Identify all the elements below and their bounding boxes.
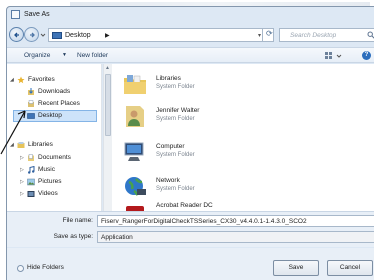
- expand-pictures-icon[interactable]: ▷: [20, 179, 24, 185]
- title-bar[interactable]: Save As: [7, 7, 374, 23]
- back-button[interactable]: [9, 27, 24, 42]
- list-item-network[interactable]: Network System Folder: [122, 172, 342, 202]
- save-as-dialog: Save As Desktop ▶ ▾ ⟳ Search Desktop Org…: [6, 6, 374, 280]
- hide-folders-chevron-icon: [17, 265, 24, 272]
- save-button[interactable]: Save: [273, 260, 319, 276]
- file-name-label: File name:: [62, 217, 93, 224]
- expand-videos-icon[interactable]: ▷: [20, 191, 24, 197]
- downloads-label: Downloads: [38, 88, 71, 95]
- item-name: Libraries: [156, 75, 181, 82]
- favorites-label: Favorites: [28, 76, 55, 83]
- change-view-icon[interactable]: [324, 51, 346, 61]
- address-dropdown-icon[interactable]: ▾: [258, 32, 261, 39]
- organize-chevron-icon[interactable]: ▼: [62, 52, 67, 58]
- item-name: Network: [156, 177, 180, 184]
- save-form: File name: Fiserv_RangerForDigitalCheckT…: [7, 211, 374, 247]
- search-placeholder: Search Desktop: [290, 32, 337, 39]
- navigation-bar: Desktop ▶ ▾ ⟳ Search Desktop: [7, 24, 374, 46]
- cancel-button[interactable]: Cancel: [327, 260, 373, 276]
- address-location[interactable]: Desktop: [65, 32, 91, 39]
- file-name-field[interactable]: Fiserv_RangerForDigitalCheckTSSeries_CX3…: [97, 215, 374, 227]
- list-item-computer[interactable]: Computer System Folder: [122, 138, 342, 168]
- item-name: Acrobat Reader DC: [156, 202, 213, 209]
- videos-label: Videos: [38, 190, 58, 197]
- music-icon: [28, 166, 35, 174]
- save-as-type-value: Application: [101, 234, 133, 241]
- libraries-folder-icon: [124, 75, 146, 94]
- search-input[interactable]: Search Desktop: [279, 28, 374, 42]
- network-globe-icon: [125, 177, 146, 196]
- expand-music-icon[interactable]: ▷: [20, 167, 24, 173]
- search-icon: [367, 31, 374, 39]
- documents-label: Documents: [38, 154, 71, 161]
- item-type: System Folder: [156, 152, 195, 158]
- organize-button[interactable]: Organize: [24, 52, 50, 59]
- item-name: Computer: [156, 143, 185, 150]
- item-name: Jennifer Walter: [156, 107, 200, 114]
- forward-arrow-icon: [30, 32, 35, 38]
- file-name-value: Fiserv_RangerForDigitalCheckTSSeries_CX3…: [101, 218, 307, 225]
- list-item-libraries[interactable]: Libraries System Folder: [122, 70, 342, 100]
- save-as-type-label: Save as type:: [53, 233, 93, 240]
- navigation-pane-scrollbar[interactable]: ▲: [103, 64, 112, 211]
- item-type: System Folder: [156, 116, 195, 122]
- pictures-label: Pictures: [38, 178, 62, 185]
- back-arrow-icon: [14, 32, 19, 38]
- command-toolbar: Organize ▼ New folder ?: [7, 47, 374, 63]
- videos-icon: [27, 191, 35, 197]
- music-label: Music: [38, 166, 55, 173]
- favorites-star-icon: [17, 76, 25, 84]
- new-folder-button[interactable]: New folder: [77, 52, 108, 59]
- list-item-user-folder[interactable]: Jennifer Walter System Folder: [122, 102, 342, 132]
- item-type: System Folder: [156, 186, 195, 192]
- computer-icon: [124, 142, 144, 161]
- forward-button[interactable]: [24, 27, 39, 42]
- desktop-label: Desktop: [38, 112, 62, 119]
- documents-icon: [28, 154, 34, 161]
- address-bar[interactable]: Desktop ▶ ▾: [48, 28, 274, 42]
- breadcrumb-arrow-icon[interactable]: ▶: [105, 32, 110, 39]
- dialog-title: Save As: [24, 11, 50, 18]
- recent-pages-chevron-icon[interactable]: [40, 32, 46, 38]
- collapse-favorites-icon[interactable]: ◢: [10, 77, 14, 83]
- dialog-icon: [11, 10, 20, 19]
- refresh-icon: ⟳: [266, 29, 273, 38]
- downloads-icon: [28, 88, 34, 95]
- pictures-icon: [27, 178, 35, 186]
- list-item-acrobat-reader[interactable]: Acrobat Reader DC: [122, 202, 342, 211]
- desktop-folder-icon: [52, 32, 62, 39]
- file-list: Libraries System Folder Jennifer Walter …: [112, 64, 374, 211]
- recent-places-label: Recent Places: [38, 100, 80, 107]
- item-type: System Folder: [156, 84, 195, 90]
- expand-documents-icon[interactable]: ▷: [20, 155, 24, 161]
- acrobat-reader-icon: [126, 206, 144, 211]
- help-icon[interactable]: ?: [362, 51, 371, 60]
- scroll-up-arrow-icon[interactable]: ▲: [105, 65, 110, 71]
- scrollbar-thumb[interactable]: [105, 74, 111, 136]
- libraries-label: Libraries: [28, 141, 53, 148]
- dialog-footer: Hide Folders Save Cancel: [7, 248, 374, 280]
- refresh-button[interactable]: ⟳: [262, 28, 276, 42]
- save-as-type-select[interactable]: Application: [97, 231, 374, 243]
- annotation-arrow-icon: [0, 110, 26, 155]
- user-folder-icon: [126, 106, 144, 127]
- hide-folders-label: Hide Folders: [27, 264, 64, 271]
